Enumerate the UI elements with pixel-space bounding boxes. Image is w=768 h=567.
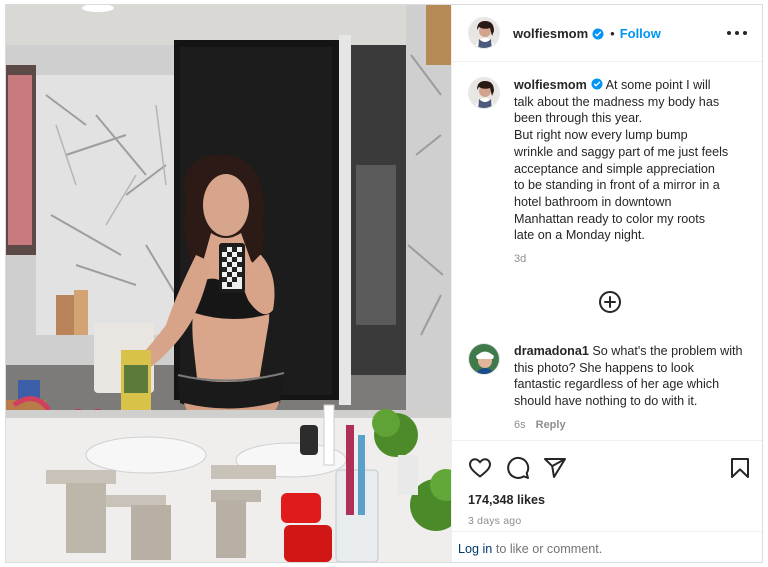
post-photo[interactable] bbox=[6, 5, 451, 562]
paper-plane-icon[interactable] bbox=[543, 456, 567, 480]
comment-line: fantastic regardless of her age which bbox=[514, 377, 720, 392]
likes-count[interactable]: 174,348 likes bbox=[468, 493, 545, 507]
comment-item: dramadona1 So what's the problem with th… bbox=[468, 343, 754, 431]
comment-time[interactable]: 6s bbox=[514, 419, 526, 431]
login-link[interactable]: Log in bbox=[458, 542, 492, 556]
caption-line: Manhattan ready to color my roots bbox=[514, 211, 706, 226]
caption-line: wrinkle and saggy part of me just feels bbox=[514, 144, 729, 159]
post-header: wolfiesmom • Follow bbox=[452, 5, 762, 62]
bookmark-icon[interactable] bbox=[728, 456, 752, 480]
comment-meta: 6s Reply bbox=[514, 419, 743, 431]
caption-line: talk about the madness my body has bbox=[514, 94, 720, 109]
more-options-icon[interactable] bbox=[727, 25, 747, 41]
caption-username[interactable]: wolfiesmom bbox=[514, 78, 587, 92]
login-prompt: Log in to like or comment. bbox=[452, 531, 762, 562]
comment-line: So what's the problem with bbox=[592, 344, 743, 358]
heart-icon[interactable] bbox=[468, 456, 492, 480]
login-prompt-text: to like or comment. bbox=[492, 542, 603, 556]
caption-timestamp: 3d bbox=[514, 253, 728, 265]
avatar[interactable] bbox=[468, 343, 500, 375]
separator-dot: • bbox=[610, 25, 615, 41]
post-caption: wolfiesmom At some point I will talk abo… bbox=[468, 77, 754, 265]
comment-bubble-icon[interactable] bbox=[506, 456, 530, 480]
comment-username[interactable]: dramadona1 bbox=[514, 344, 589, 358]
caption-line: At some point I will bbox=[605, 78, 711, 92]
comment-line: this photo? She happens to look bbox=[514, 360, 694, 375]
caption-text: wolfiesmom At some point I will talk abo… bbox=[514, 77, 728, 244]
comment-line: should have nothing to do with it. bbox=[514, 394, 698, 409]
post-details-panel: wolfiesmom • Follow wolfiesmom At some p… bbox=[451, 5, 762, 562]
caption-line: to be standing in front of a mirror in a bbox=[514, 178, 720, 193]
post-modal: wolfiesmom • Follow wolfiesmom At some p… bbox=[5, 4, 763, 563]
verified-badge-icon bbox=[592, 27, 604, 40]
reply-button[interactable]: Reply bbox=[536, 419, 566, 431]
verified-badge-icon bbox=[591, 78, 603, 90]
follow-button[interactable]: Follow bbox=[620, 26, 661, 41]
plus-circle-icon[interactable] bbox=[598, 290, 622, 314]
caption-line: But right now every lump bump bbox=[514, 128, 688, 143]
caption-line: been through this year. bbox=[514, 111, 643, 126]
action-icons bbox=[468, 456, 752, 482]
post-author-username[interactable]: wolfiesmom bbox=[513, 26, 588, 41]
avatar[interactable] bbox=[468, 77, 500, 109]
mirror-selfie-image bbox=[6, 5, 451, 562]
caption-time[interactable]: 3d bbox=[514, 253, 526, 265]
comments-section: wolfiesmom At some point I will talk abo… bbox=[452, 63, 762, 433]
avatar[interactable] bbox=[468, 17, 500, 49]
caption-line: late on a Monday night. bbox=[514, 228, 645, 243]
post-timestamp[interactable]: 3 days ago bbox=[468, 515, 521, 527]
caption-line: acceptance and simple appreciation bbox=[514, 161, 715, 176]
comment-text: dramadona1 So what's the problem with th… bbox=[514, 343, 743, 410]
caption-line: hotel bathroom in downtown bbox=[514, 194, 672, 209]
